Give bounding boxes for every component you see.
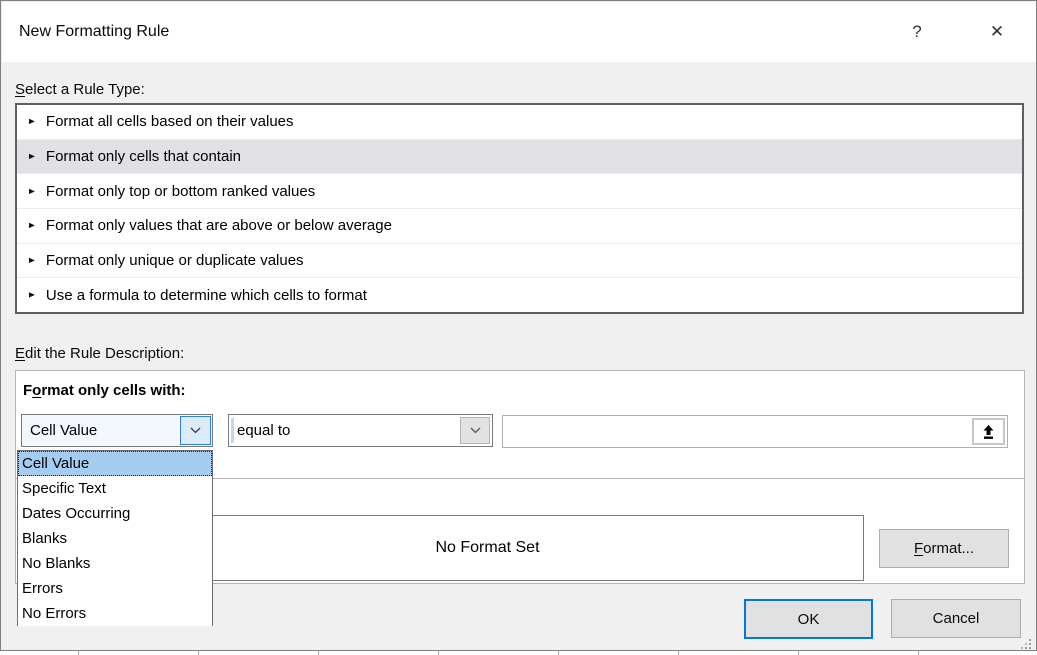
title-bar: New Formatting Rule ? ✕ bbox=[2, 2, 1036, 62]
worksheet-gridline bbox=[318, 651, 319, 655]
rule-arrow-icon: ► bbox=[27, 221, 37, 231]
ok-button[interactable]: OK bbox=[744, 599, 873, 639]
worksheet-gridline bbox=[678, 651, 679, 655]
dropdown-item-blanks[interactable]: Blanks bbox=[18, 526, 212, 551]
preview-text: No Format Set bbox=[435, 539, 539, 557]
rule-type-item[interactable]: ► Format only values that are above or b… bbox=[17, 209, 1022, 244]
cancel-button[interactable]: Cancel bbox=[891, 599, 1021, 638]
chevron-down-icon bbox=[190, 427, 201, 434]
rule-type-item-label: Format only unique or duplicate values bbox=[46, 252, 304, 269]
format-button[interactable]: Format... bbox=[879, 529, 1009, 568]
rule-type-item-label: Format only cells that contain bbox=[46, 148, 241, 165]
rule-type-item[interactable]: ► Use a formula to determine which cells… bbox=[17, 278, 1022, 312]
rule-arrow-icon: ► bbox=[27, 290, 37, 300]
condition-type-dropdown-button[interactable] bbox=[180, 416, 211, 445]
worksheet-gridline bbox=[918, 651, 919, 655]
help-button[interactable]: ? bbox=[894, 2, 940, 62]
rule-type-item-label: Use a formula to determine which cells t… bbox=[46, 287, 367, 304]
worksheet-gridline bbox=[198, 651, 199, 655]
worksheet-gridline bbox=[798, 651, 799, 655]
dropdown-item-specific-text[interactable]: Specific Text bbox=[18, 476, 212, 501]
resize-grip[interactable] bbox=[1019, 639, 1033, 651]
operator-value: equal to bbox=[229, 422, 290, 439]
format-preview-box: No Format Set bbox=[111, 515, 864, 581]
rule-type-item-label: Format only values that are above or bel… bbox=[46, 217, 392, 234]
dropdown-item-dates-occurring[interactable]: Dates Occurring bbox=[18, 501, 212, 526]
format-only-cells-with-label: Format only cells with: bbox=[23, 382, 186, 399]
condition-type-value: Cell Value bbox=[22, 422, 97, 439]
edit-rule-description-label: Edit the Rule Description: bbox=[15, 345, 184, 362]
condition-type-combobox[interactable]: Cell Value bbox=[21, 414, 213, 447]
rule-type-item-label: Format only top or bottom ranked values bbox=[46, 183, 315, 200]
dropdown-item-no-blanks[interactable]: No Blanks bbox=[18, 551, 212, 576]
worksheet-gridline bbox=[558, 651, 559, 655]
rule-arrow-icon: ► bbox=[27, 256, 37, 266]
worksheet-gridline bbox=[438, 651, 439, 655]
worksheet-gridline bbox=[78, 651, 79, 655]
collapse-dialog-button[interactable] bbox=[972, 418, 1005, 445]
condition-type-dropdown-list: Cell Value Specific Text Dates Occurring… bbox=[17, 450, 213, 626]
collapse-dialog-icon bbox=[981, 424, 996, 440]
dropdown-item-cell-value[interactable]: Cell Value bbox=[18, 451, 212, 476]
rule-type-item[interactable]: ► Format only top or bottom ranked value… bbox=[17, 174, 1022, 209]
text-cursor bbox=[231, 418, 234, 443]
rule-type-item-selected[interactable]: ► Format only cells that contain bbox=[17, 140, 1022, 175]
dialog-title: New Formatting Rule bbox=[19, 2, 169, 62]
operator-combobox[interactable]: equal to bbox=[228, 414, 493, 447]
help-icon: ? bbox=[912, 22, 921, 41]
dropdown-item-errors[interactable]: Errors bbox=[18, 576, 212, 601]
new-formatting-rule-dialog: New Formatting Rule ? ✕ Select a Rule Ty… bbox=[0, 0, 1037, 651]
close-icon: ✕ bbox=[990, 22, 1004, 41]
rule-type-item[interactable]: ► Format only unique or duplicate values bbox=[17, 244, 1022, 279]
rule-type-listbox: ► Format all cells based on their values… bbox=[15, 103, 1024, 314]
chevron-down-icon bbox=[470, 427, 481, 434]
rule-type-item[interactable]: ► Format all cells based on their values bbox=[17, 105, 1022, 140]
rule-type-item-label: Format all cells based on their values bbox=[46, 113, 294, 130]
dropdown-item-no-errors[interactable]: No Errors bbox=[18, 601, 212, 626]
operator-dropdown-button[interactable] bbox=[460, 417, 490, 444]
close-button[interactable]: ✕ bbox=[974, 2, 1020, 62]
select-rule-type-label: Select a Rule Type: bbox=[15, 81, 145, 98]
rule-arrow-icon: ► bbox=[27, 186, 37, 196]
value-input[interactable] bbox=[502, 415, 1008, 448]
rule-arrow-icon: ► bbox=[27, 117, 37, 127]
rule-arrow-icon: ► bbox=[27, 152, 37, 162]
